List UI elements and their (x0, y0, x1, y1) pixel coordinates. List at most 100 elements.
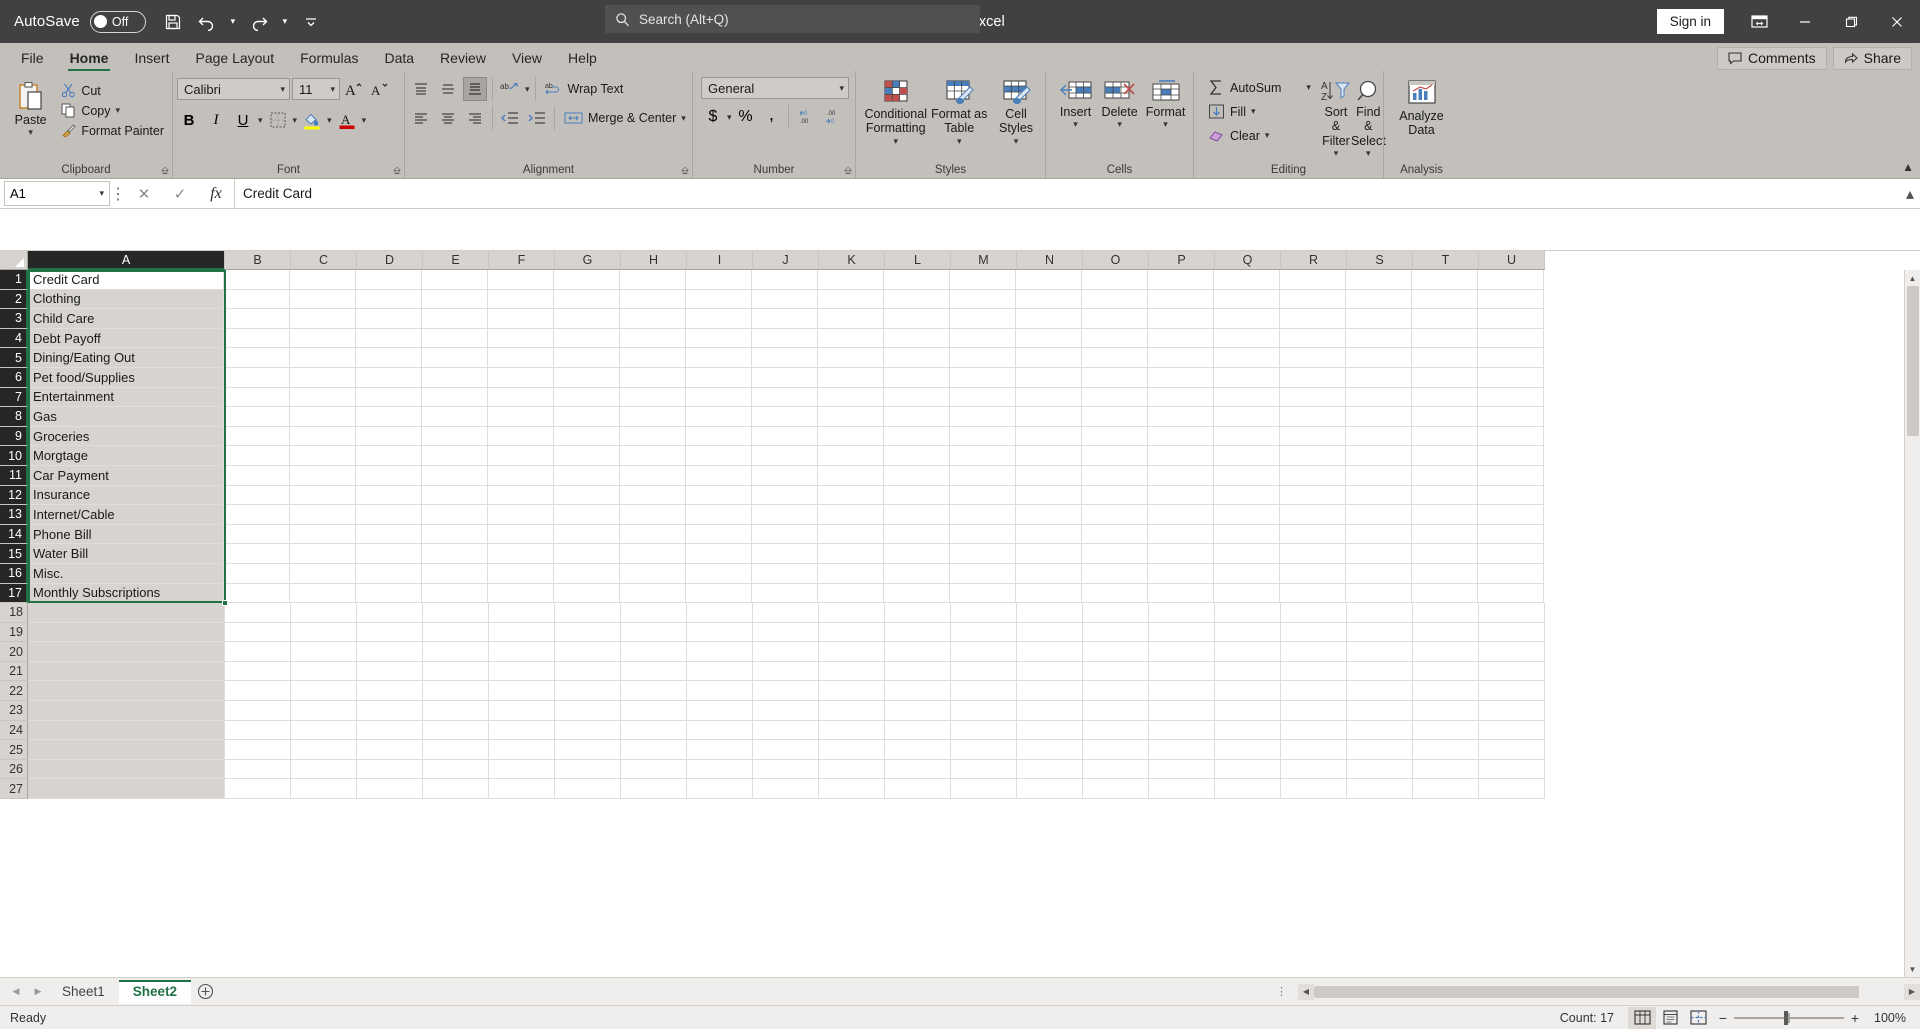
cell-Q19[interactable] (1215, 622, 1281, 643)
cell-N27[interactable] (1017, 779, 1083, 800)
minimize-button[interactable] (1782, 0, 1828, 43)
cell-D12[interactable] (356, 485, 422, 506)
ribbon-display-options-icon[interactable] (1736, 0, 1782, 43)
cell-K12[interactable] (818, 485, 884, 506)
cell-R1[interactable] (1280, 270, 1346, 290)
cell-I23[interactable] (687, 701, 753, 721)
cell-F22[interactable] (489, 681, 555, 702)
cell-B21[interactable] (225, 661, 291, 682)
cell-N26[interactable] (1017, 759, 1083, 780)
zoom-in-button[interactable]: + (1844, 1010, 1866, 1026)
cell-U22[interactable] (1479, 681, 1545, 702)
sheet-tab-sheet1[interactable]: Sheet1 (48, 980, 119, 1004)
row-header-15[interactable]: 15 (0, 544, 28, 564)
cell-F12[interactable] (488, 485, 554, 506)
underline-button[interactable]: U (231, 108, 255, 132)
cell-C13[interactable] (290, 505, 356, 525)
cell-J8[interactable] (752, 407, 818, 427)
cell-M2[interactable] (950, 289, 1016, 310)
cell-K22[interactable] (819, 681, 885, 702)
cell-K14[interactable] (818, 524, 884, 545)
column-header-h[interactable]: H (621, 251, 687, 270)
cell-Q24[interactable] (1215, 720, 1281, 741)
format-as-table-button[interactable]: Format as Table ▾ (929, 77, 989, 148)
cell-R14[interactable] (1280, 524, 1346, 545)
cell-M22[interactable] (951, 681, 1017, 702)
cell-S26[interactable] (1347, 759, 1413, 780)
cell-D8[interactable] (356, 407, 422, 427)
cell-N13[interactable] (1016, 505, 1082, 525)
cell-N24[interactable] (1017, 720, 1083, 741)
cell-L2[interactable] (884, 289, 950, 310)
row-header-21[interactable]: 21 (0, 661, 28, 682)
cell-F20[interactable] (489, 642, 555, 662)
scroll-down-icon[interactable]: ▼ (1905, 961, 1920, 977)
cell-M25[interactable] (951, 740, 1017, 760)
cell-G21[interactable] (555, 661, 621, 682)
top-align-button[interactable] (409, 77, 433, 101)
cell-A15[interactable]: Water Bill (27, 544, 224, 564)
cell-S9[interactable] (1346, 426, 1412, 447)
cell-M16[interactable] (950, 563, 1016, 584)
cell-F23[interactable] (489, 701, 555, 721)
cell-N21[interactable] (1017, 661, 1083, 682)
cell-E25[interactable] (423, 740, 489, 760)
cell-C10[interactable] (290, 446, 356, 466)
cell-K1[interactable] (818, 270, 884, 290)
cell-N23[interactable] (1017, 701, 1083, 721)
currency-dropdown-icon[interactable]: ▾ (727, 112, 732, 123)
cell-G22[interactable] (555, 681, 621, 702)
cell-Q11[interactable] (1214, 465, 1280, 486)
cell-C27[interactable] (291, 779, 357, 800)
cell-G18[interactable] (555, 603, 621, 623)
customize-quick-access-toolbar-icon[interactable] (294, 5, 328, 39)
cell-P17[interactable] (1148, 583, 1214, 604)
cell-O11[interactable] (1082, 465, 1148, 486)
cell-B9[interactable] (224, 426, 290, 447)
cell-F4[interactable] (488, 328, 554, 349)
cell-T23[interactable] (1413, 701, 1479, 721)
row-header-10[interactable]: 10 (0, 446, 28, 466)
cell-K6[interactable] (818, 367, 884, 388)
cell-O7[interactable] (1082, 387, 1148, 408)
cell-J19[interactable] (753, 622, 819, 643)
cell-H5[interactable] (620, 348, 686, 368)
increase-font-size-button[interactable]: A (342, 77, 366, 101)
cell-S6[interactable] (1346, 367, 1412, 388)
cell-C3[interactable] (290, 309, 356, 329)
cell-C6[interactable] (290, 367, 356, 388)
cell-A7[interactable]: Entertainment (27, 387, 224, 408)
cell-K13[interactable] (818, 505, 884, 525)
cell-B10[interactable] (224, 446, 290, 466)
cell-E15[interactable] (422, 544, 488, 564)
cell-Q2[interactable] (1214, 289, 1280, 310)
cell-I4[interactable] (686, 328, 752, 349)
cell-J17[interactable] (752, 583, 818, 604)
zoom-level[interactable]: 100% (1866, 1011, 1912, 1025)
cell-T24[interactable] (1413, 720, 1479, 741)
cell-F17[interactable] (488, 583, 554, 604)
cell-P11[interactable] (1148, 465, 1214, 486)
column-header-d[interactable]: D (357, 251, 423, 270)
cell-J20[interactable] (753, 642, 819, 662)
cell-H26[interactable] (621, 759, 687, 780)
cell-H11[interactable] (620, 465, 686, 486)
cell-T17[interactable] (1412, 583, 1478, 604)
column-header-c[interactable]: C (291, 251, 357, 270)
cell-L21[interactable] (885, 661, 951, 682)
cell-A1[interactable]: Credit Card (27, 270, 224, 290)
cell-L10[interactable] (884, 446, 950, 466)
cell-F10[interactable] (488, 446, 554, 466)
cell-R26[interactable] (1281, 759, 1347, 780)
cell-K23[interactable] (819, 701, 885, 721)
cell-Q6[interactable] (1214, 367, 1280, 388)
cell-I8[interactable] (686, 407, 752, 427)
cell-K16[interactable] (818, 563, 884, 584)
cell-I27[interactable] (687, 779, 753, 800)
cell-L4[interactable] (884, 328, 950, 349)
cell-A19[interactable] (28, 622, 225, 643)
cell-H9[interactable] (620, 426, 686, 447)
cell-U25[interactable] (1479, 740, 1545, 760)
cancel-entry-icon[interactable]: ✕ (126, 185, 162, 203)
cell-S7[interactable] (1346, 387, 1412, 408)
